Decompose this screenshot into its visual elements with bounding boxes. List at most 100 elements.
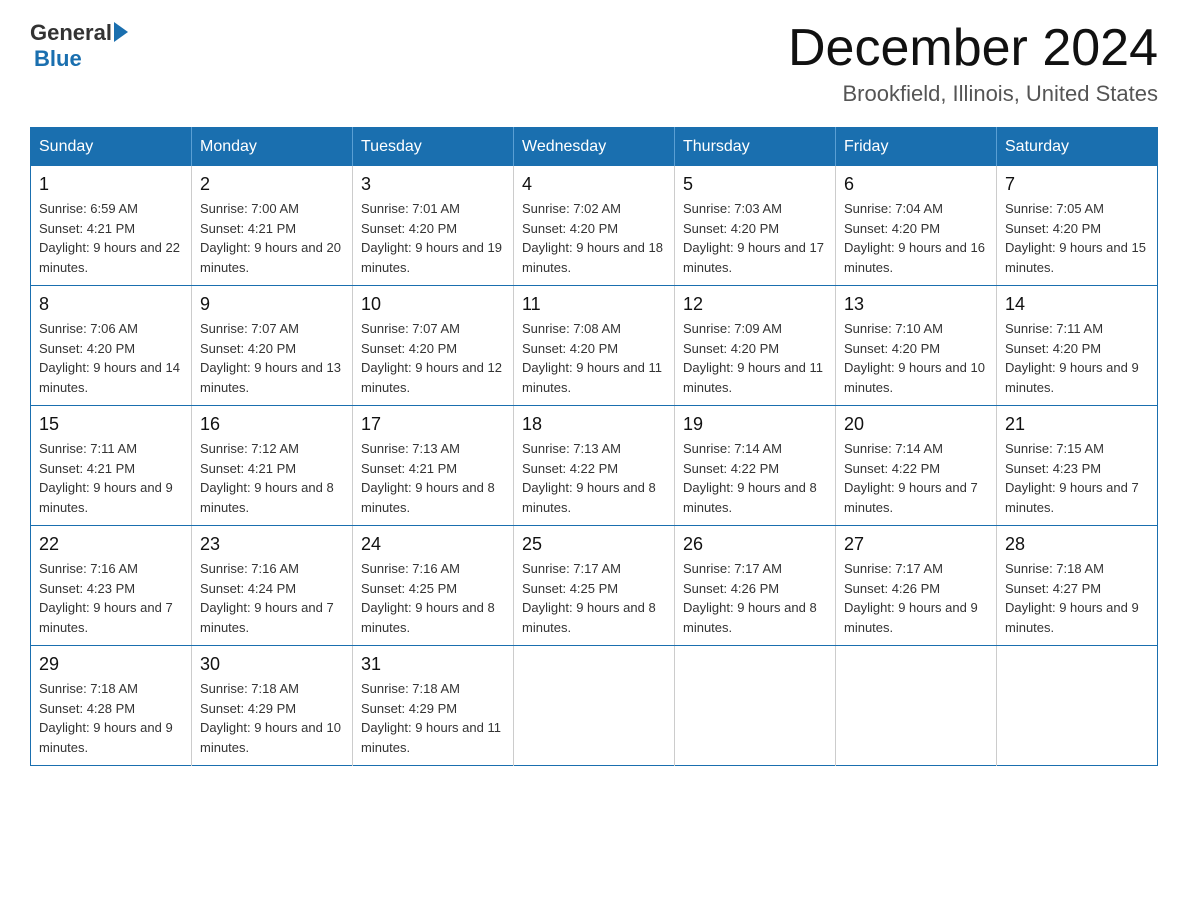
calendar-day-cell: 16 Sunrise: 7:12 AMSunset: 4:21 PMDaylig… — [192, 406, 353, 526]
calendar-week-row: 22 Sunrise: 7:16 AMSunset: 4:23 PMDaylig… — [31, 526, 1158, 646]
logo-blue: Blue — [34, 46, 128, 72]
day-of-week-header: Thursday — [675, 128, 836, 167]
calendar-day-cell: 25 Sunrise: 7:17 AMSunset: 4:25 PMDaylig… — [514, 526, 675, 646]
day-number: 17 — [361, 414, 505, 435]
day-number: 27 — [844, 534, 988, 555]
calendar-table: SundayMondayTuesdayWednesdayThursdayFrid… — [30, 127, 1158, 766]
day-number: 21 — [1005, 414, 1149, 435]
day-info: Sunrise: 7:03 AMSunset: 4:20 PMDaylight:… — [683, 199, 827, 277]
calendar-day-cell: 15 Sunrise: 7:11 AMSunset: 4:21 PMDaylig… — [31, 406, 192, 526]
day-number: 3 — [361, 174, 505, 195]
day-info: Sunrise: 7:05 AMSunset: 4:20 PMDaylight:… — [1005, 199, 1149, 277]
calendar-day-cell — [675, 646, 836, 766]
day-of-week-header: Tuesday — [353, 128, 514, 167]
day-info: Sunrise: 7:13 AMSunset: 4:21 PMDaylight:… — [361, 439, 505, 517]
day-info: Sunrise: 7:18 AMSunset: 4:29 PMDaylight:… — [361, 679, 505, 757]
day-info: Sunrise: 7:07 AMSunset: 4:20 PMDaylight:… — [200, 319, 344, 397]
day-info: Sunrise: 7:15 AMSunset: 4:23 PMDaylight:… — [1005, 439, 1149, 517]
day-number: 6 — [844, 174, 988, 195]
calendar-day-cell: 10 Sunrise: 7:07 AMSunset: 4:20 PMDaylig… — [353, 286, 514, 406]
day-number: 4 — [522, 174, 666, 195]
calendar-day-cell: 19 Sunrise: 7:14 AMSunset: 4:22 PMDaylig… — [675, 406, 836, 526]
day-number: 28 — [1005, 534, 1149, 555]
calendar-week-row: 29 Sunrise: 7:18 AMSunset: 4:28 PMDaylig… — [31, 646, 1158, 766]
day-info: Sunrise: 7:08 AMSunset: 4:20 PMDaylight:… — [522, 319, 666, 397]
day-info: Sunrise: 7:18 AMSunset: 4:29 PMDaylight:… — [200, 679, 344, 757]
calendar-day-cell: 17 Sunrise: 7:13 AMSunset: 4:21 PMDaylig… — [353, 406, 514, 526]
day-number: 10 — [361, 294, 505, 315]
calendar-day-cell — [514, 646, 675, 766]
calendar-week-row: 15 Sunrise: 7:11 AMSunset: 4:21 PMDaylig… — [31, 406, 1158, 526]
day-info: Sunrise: 7:10 AMSunset: 4:20 PMDaylight:… — [844, 319, 988, 397]
calendar-day-cell: 7 Sunrise: 7:05 AMSunset: 4:20 PMDayligh… — [997, 166, 1158, 286]
day-number: 26 — [683, 534, 827, 555]
calendar-day-cell: 22 Sunrise: 7:16 AMSunset: 4:23 PMDaylig… — [31, 526, 192, 646]
day-number: 29 — [39, 654, 183, 675]
day-number: 14 — [1005, 294, 1149, 315]
calendar-day-cell: 20 Sunrise: 7:14 AMSunset: 4:22 PMDaylig… — [836, 406, 997, 526]
day-of-week-header: Wednesday — [514, 128, 675, 167]
calendar-day-cell: 27 Sunrise: 7:17 AMSunset: 4:26 PMDaylig… — [836, 526, 997, 646]
day-number: 24 — [361, 534, 505, 555]
day-of-week-header: Monday — [192, 128, 353, 167]
day-header-row: SundayMondayTuesdayWednesdayThursdayFrid… — [31, 128, 1158, 167]
month-title: December 2024 — [788, 20, 1158, 77]
day-number: 15 — [39, 414, 183, 435]
day-number: 8 — [39, 294, 183, 315]
day-info: Sunrise: 7:16 AMSunset: 4:24 PMDaylight:… — [200, 559, 344, 637]
day-info: Sunrise: 7:18 AMSunset: 4:28 PMDaylight:… — [39, 679, 183, 757]
calendar-week-row: 1 Sunrise: 6:59 AMSunset: 4:21 PMDayligh… — [31, 166, 1158, 286]
calendar-day-cell: 4 Sunrise: 7:02 AMSunset: 4:20 PMDayligh… — [514, 166, 675, 286]
calendar-day-cell: 2 Sunrise: 7:00 AMSunset: 4:21 PMDayligh… — [192, 166, 353, 286]
day-number: 11 — [522, 294, 666, 315]
day-info: Sunrise: 7:01 AMSunset: 4:20 PMDaylight:… — [361, 199, 505, 277]
day-of-week-header: Sunday — [31, 128, 192, 167]
day-info: Sunrise: 7:16 AMSunset: 4:23 PMDaylight:… — [39, 559, 183, 637]
day-number: 25 — [522, 534, 666, 555]
day-info: Sunrise: 7:00 AMSunset: 4:21 PMDaylight:… — [200, 199, 344, 277]
day-number: 30 — [200, 654, 344, 675]
day-of-week-header: Saturday — [997, 128, 1158, 167]
day-info: Sunrise: 7:17 AMSunset: 4:26 PMDaylight:… — [683, 559, 827, 637]
calendar-day-cell: 6 Sunrise: 7:04 AMSunset: 4:20 PMDayligh… — [836, 166, 997, 286]
day-number: 18 — [522, 414, 666, 435]
calendar-day-cell: 24 Sunrise: 7:16 AMSunset: 4:25 PMDaylig… — [353, 526, 514, 646]
calendar-day-cell: 23 Sunrise: 7:16 AMSunset: 4:24 PMDaylig… — [192, 526, 353, 646]
day-number: 1 — [39, 174, 183, 195]
day-info: Sunrise: 7:16 AMSunset: 4:25 PMDaylight:… — [361, 559, 505, 637]
day-number: 13 — [844, 294, 988, 315]
calendar-day-cell — [836, 646, 997, 766]
day-info: Sunrise: 7:14 AMSunset: 4:22 PMDaylight:… — [844, 439, 988, 517]
day-number: 19 — [683, 414, 827, 435]
day-info: Sunrise: 6:59 AMSunset: 4:21 PMDaylight:… — [39, 199, 183, 277]
day-number: 23 — [200, 534, 344, 555]
calendar-day-cell: 26 Sunrise: 7:17 AMSunset: 4:26 PMDaylig… — [675, 526, 836, 646]
calendar-day-cell: 9 Sunrise: 7:07 AMSunset: 4:20 PMDayligh… — [192, 286, 353, 406]
title-section: December 2024 Brookfield, Illinois, Unit… — [788, 20, 1158, 107]
day-info: Sunrise: 7:13 AMSunset: 4:22 PMDaylight:… — [522, 439, 666, 517]
day-of-week-header: Friday — [836, 128, 997, 167]
page-header: General Blue December 2024 Brookfield, I… — [30, 20, 1158, 107]
day-info: Sunrise: 7:12 AMSunset: 4:21 PMDaylight:… — [200, 439, 344, 517]
logo-general: General — [30, 20, 112, 46]
calendar-day-cell: 28 Sunrise: 7:18 AMSunset: 4:27 PMDaylig… — [997, 526, 1158, 646]
day-info: Sunrise: 7:17 AMSunset: 4:25 PMDaylight:… — [522, 559, 666, 637]
day-number: 9 — [200, 294, 344, 315]
calendar-day-cell: 3 Sunrise: 7:01 AMSunset: 4:20 PMDayligh… — [353, 166, 514, 286]
day-info: Sunrise: 7:02 AMSunset: 4:20 PMDaylight:… — [522, 199, 666, 277]
calendar-day-cell: 29 Sunrise: 7:18 AMSunset: 4:28 PMDaylig… — [31, 646, 192, 766]
day-info: Sunrise: 7:18 AMSunset: 4:27 PMDaylight:… — [1005, 559, 1149, 637]
day-info: Sunrise: 7:07 AMSunset: 4:20 PMDaylight:… — [361, 319, 505, 397]
day-info: Sunrise: 7:04 AMSunset: 4:20 PMDaylight:… — [844, 199, 988, 277]
day-info: Sunrise: 7:09 AMSunset: 4:20 PMDaylight:… — [683, 319, 827, 397]
calendar-day-cell: 8 Sunrise: 7:06 AMSunset: 4:20 PMDayligh… — [31, 286, 192, 406]
calendar-day-cell: 1 Sunrise: 6:59 AMSunset: 4:21 PMDayligh… — [31, 166, 192, 286]
day-info: Sunrise: 7:11 AMSunset: 4:20 PMDaylight:… — [1005, 319, 1149, 397]
calendar-day-cell: 21 Sunrise: 7:15 AMSunset: 4:23 PMDaylig… — [997, 406, 1158, 526]
day-number: 12 — [683, 294, 827, 315]
day-number: 7 — [1005, 174, 1149, 195]
calendar-day-cell: 14 Sunrise: 7:11 AMSunset: 4:20 PMDaylig… — [997, 286, 1158, 406]
calendar-day-cell: 18 Sunrise: 7:13 AMSunset: 4:22 PMDaylig… — [514, 406, 675, 526]
logo-arrow-icon — [114, 22, 128, 42]
day-number: 2 — [200, 174, 344, 195]
